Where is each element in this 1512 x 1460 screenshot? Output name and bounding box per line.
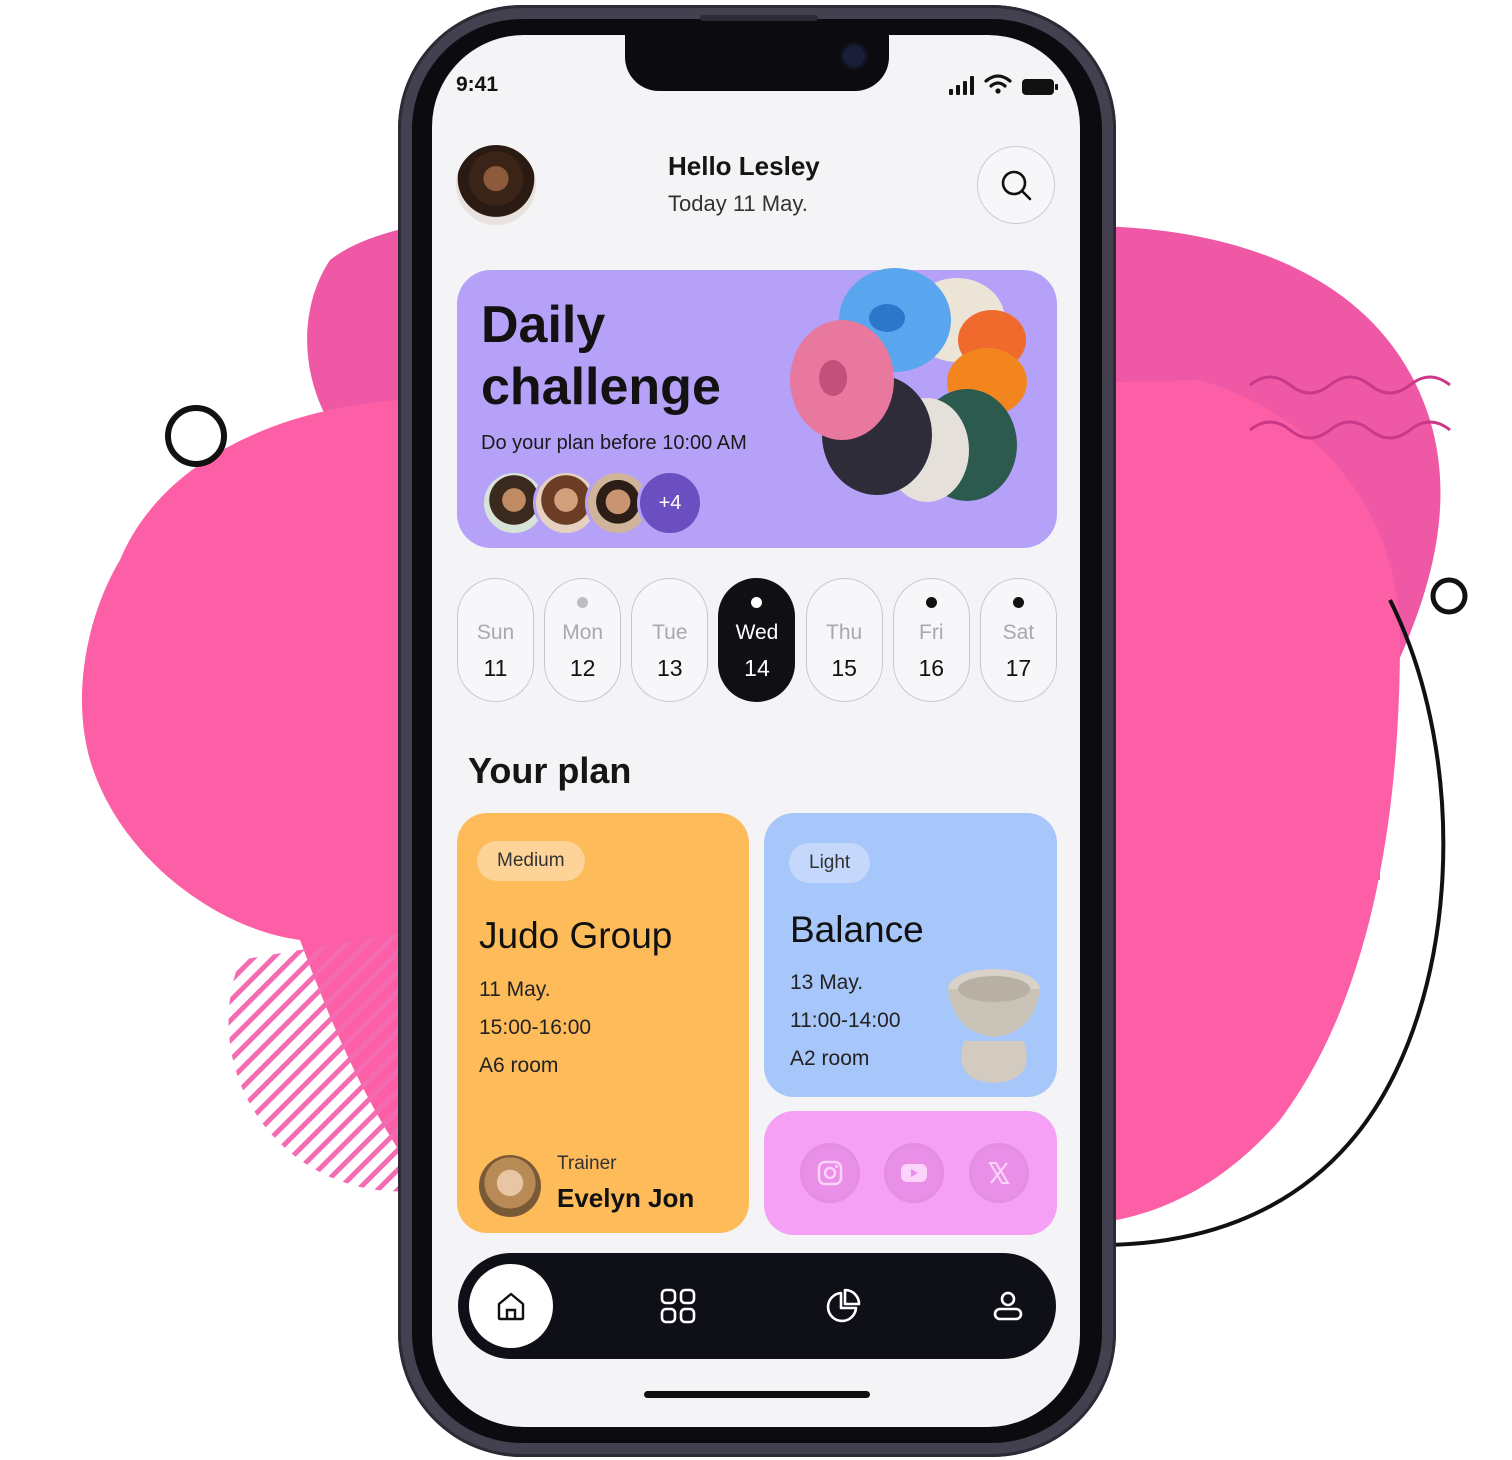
status-time: 9:41 [456, 73, 499, 96]
user-icon [993, 1291, 1023, 1321]
ceramic-vase-illustration [948, 969, 1040, 1083]
class-date: 11 May. [479, 978, 551, 1001]
outline-circle-left [165, 405, 227, 467]
level-badge: Medium [477, 841, 585, 881]
tab-home[interactable] [469, 1264, 553, 1348]
event-dot [925, 597, 937, 608]
app-screen: 9:41 Hello Lesley Today 11 May. Daily ch… [432, 35, 1080, 1427]
class-room: A2 room [790, 1047, 870, 1070]
day-number: 17 [1005, 655, 1032, 681]
class-time: 11:00-14:00 [790, 1009, 901, 1032]
search-icon [1001, 170, 1032, 201]
day-name: Tue [652, 621, 688, 644]
tab-profile[interactable] [966, 1264, 1050, 1348]
youtube-icon [901, 1164, 927, 1182]
event-dot [1012, 597, 1024, 608]
day-number: 11 [483, 655, 508, 681]
stage: 9:41 Hello Lesley Today 11 May. Daily ch… [0, 0, 1512, 1460]
your-plan-heading: Your plan [468, 750, 632, 791]
cellular-signal-icon [949, 73, 974, 95]
home-indicator [644, 1391, 870, 1398]
trainer-avatar [479, 1155, 541, 1217]
day-number: 15 [831, 655, 857, 681]
judo-group-card[interactable]: Medium Judo Group 11 May. 15:00-16:00 A6… [457, 813, 749, 1233]
day-number: 16 [918, 655, 945, 681]
user-avatar[interactable] [456, 145, 536, 225]
grid-icon [660, 1288, 696, 1324]
youtube-button[interactable] [884, 1143, 944, 1203]
trainer-label: Trainer [557, 1153, 617, 1174]
day-tue[interactable]: Tue 13 [631, 578, 709, 702]
day-mon[interactable]: Mon 12 [544, 578, 622, 702]
today-date: Today 11 May. [668, 191, 808, 216]
challenge-title: Daily challenge [481, 296, 721, 416]
greeting: Hello Lesley [668, 151, 820, 181]
day-name: Wed [735, 621, 779, 644]
day-name: Thu [826, 621, 863, 644]
notch [625, 35, 889, 91]
event-dot [751, 597, 763, 608]
day-name: Sun [476, 621, 515, 644]
day-fri[interactable]: Fri 16 [892, 578, 970, 702]
challenge-subtitle: Do your plan before 10:00 AM [481, 432, 747, 454]
bottom-tab-bar [458, 1253, 1056, 1359]
instagram-icon [817, 1160, 843, 1186]
day-sun[interactable]: Sun 11 [457, 578, 534, 702]
search-button[interactable] [977, 146, 1055, 224]
day-sat[interactable]: Sat 17 [979, 578, 1057, 702]
x-icon [988, 1162, 1010, 1184]
front-camera [843, 45, 865, 67]
x-button[interactable] [969, 1143, 1029, 1203]
day-wed-selected[interactable]: Wed 14 [718, 578, 796, 702]
status-icons [949, 73, 1058, 95]
social-links-card [764, 1111, 1057, 1235]
day-number: 14 [744, 655, 770, 681]
participants: +4 [481, 470, 703, 536]
instagram-button[interactable] [800, 1143, 860, 1203]
tab-grid[interactable] [636, 1264, 720, 1348]
trainer-name: Evelyn Jon [557, 1183, 695, 1213]
day-name: Mon [562, 621, 604, 644]
wifi-icon [984, 74, 1012, 94]
event-dot [577, 597, 589, 608]
outline-circle-right [1430, 577, 1468, 615]
home-icon [497, 1292, 525, 1321]
day-number: 12 [569, 655, 596, 681]
more-participants-badge: +4 [637, 470, 703, 536]
speaker-grille [700, 15, 818, 21]
level-badge: Light [789, 843, 871, 883]
day-thu[interactable]: Thu 15 [805, 578, 883, 702]
striped-circle [228, 930, 420, 1192]
balance-card[interactable]: Light Balance 13 May. 11:00-14:00 A2 roo… [764, 813, 1057, 1097]
battery-icon [1022, 79, 1058, 95]
pie-chart-icon [826, 1288, 861, 1323]
week-selector: Sun 11 Mon 12 Tue 13 Wed 14 Thu 15 Fri 1… [457, 578, 1057, 702]
class-title: Judo Group [479, 915, 673, 956]
daily-challenge-card[interactable]: Daily challenge Do your plan before 10:0… [457, 268, 1057, 548]
class-date: 13 May. [790, 971, 864, 994]
tab-stats[interactable] [801, 1264, 885, 1348]
day-name: Fri [919, 621, 944, 644]
day-number: 13 [657, 655, 683, 681]
day-name: Sat [1002, 621, 1035, 644]
class-room: A6 room [479, 1054, 559, 1077]
class-title: Balance [790, 909, 924, 950]
class-time: 15:00-16:00 [479, 1016, 592, 1039]
donut-rings-illustration [790, 268, 1027, 502]
